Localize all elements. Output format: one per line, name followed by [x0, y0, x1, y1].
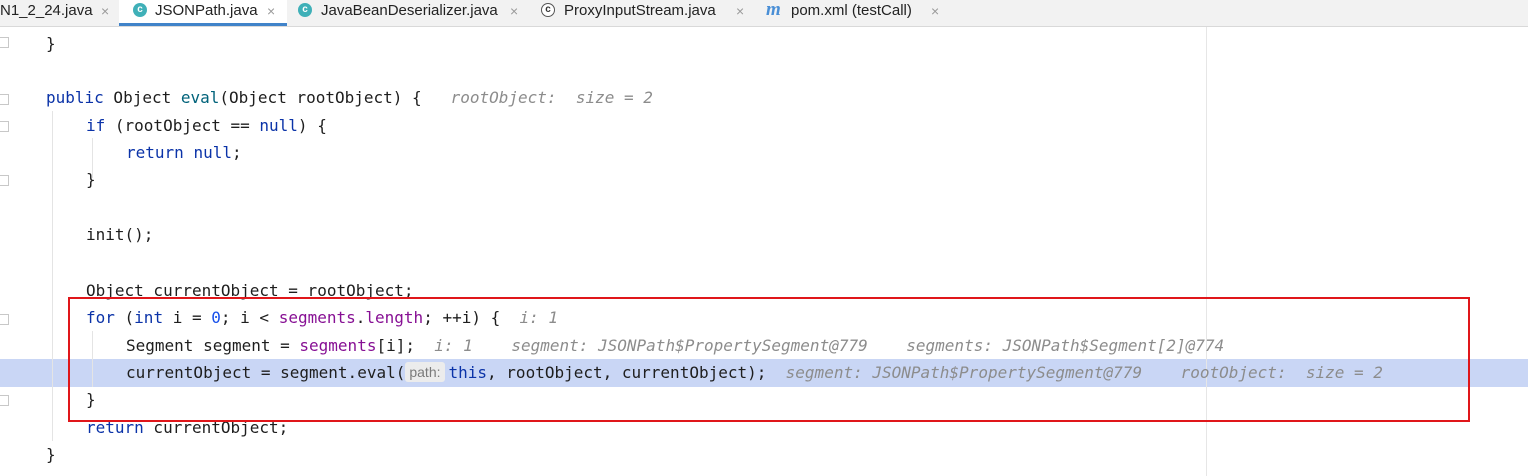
code-line-return-null: return null;: [126, 143, 242, 162]
tab-label: pom.xml (testCall): [791, 2, 912, 19]
code-line-eval-signature: public Object eval(Object rootObject) { …: [46, 88, 653, 107]
close-icon[interactable]: ×: [267, 0, 275, 22]
tab-pom-xml[interactable]: m pom.xml (testCall) ×: [760, 0, 950, 26]
fold-marker-icon[interactable]: [0, 94, 9, 105]
class-icon: c: [298, 3, 312, 17]
close-icon[interactable]: ×: [510, 0, 518, 22]
code-line-5: }: [86, 170, 96, 189]
maven-icon: m: [766, 0, 781, 20]
fold-marker-icon[interactable]: [0, 175, 9, 186]
code-line-if: if (rootObject == null) {: [86, 116, 327, 135]
code-line-1: }: [46, 34, 56, 53]
indent-guide: [52, 111, 53, 441]
tab-n1-2-24[interactable]: N1_2_24.java ×: [0, 0, 118, 26]
close-icon[interactable]: ×: [736, 0, 744, 22]
fold-marker-icon[interactable]: [0, 395, 9, 406]
locked-class-icon: c: [541, 3, 555, 17]
tab-label: N1_2_24.java: [0, 2, 93, 19]
class-icon: c: [133, 3, 147, 17]
code-line-init: init();: [86, 225, 154, 244]
tab-label: ProxyInputStream.java: [564, 2, 716, 19]
close-icon[interactable]: ×: [101, 0, 109, 22]
code-editor[interactable]: } public Object eval(Object rootObject) …: [0, 27, 1528, 476]
annotation-box: [68, 297, 1470, 422]
tab-label: JavaBeanDeserializer.java: [321, 2, 498, 19]
fold-marker-icon[interactable]: [0, 121, 9, 132]
tab-jsonpath[interactable]: c JSONPath.java ×: [119, 0, 287, 26]
editor-tab-bar: N1_2_24.java × c JSONPath.java × c JavaB…: [0, 0, 1528, 27]
debug-inline-value: rootObject: size = 2: [450, 88, 653, 107]
code-line-13: }: [46, 445, 56, 464]
tab-proxyinputstream[interactable]: c ProxyInputStream.java ×: [530, 0, 758, 26]
fold-marker-icon[interactable]: [0, 37, 9, 48]
fold-marker-icon[interactable]: [0, 314, 9, 325]
close-icon[interactable]: ×: [931, 0, 939, 22]
tab-javabeandeserializer[interactable]: c JavaBeanDeserializer.java ×: [288, 0, 528, 26]
tab-label: JSONPath.java: [155, 2, 258, 19]
